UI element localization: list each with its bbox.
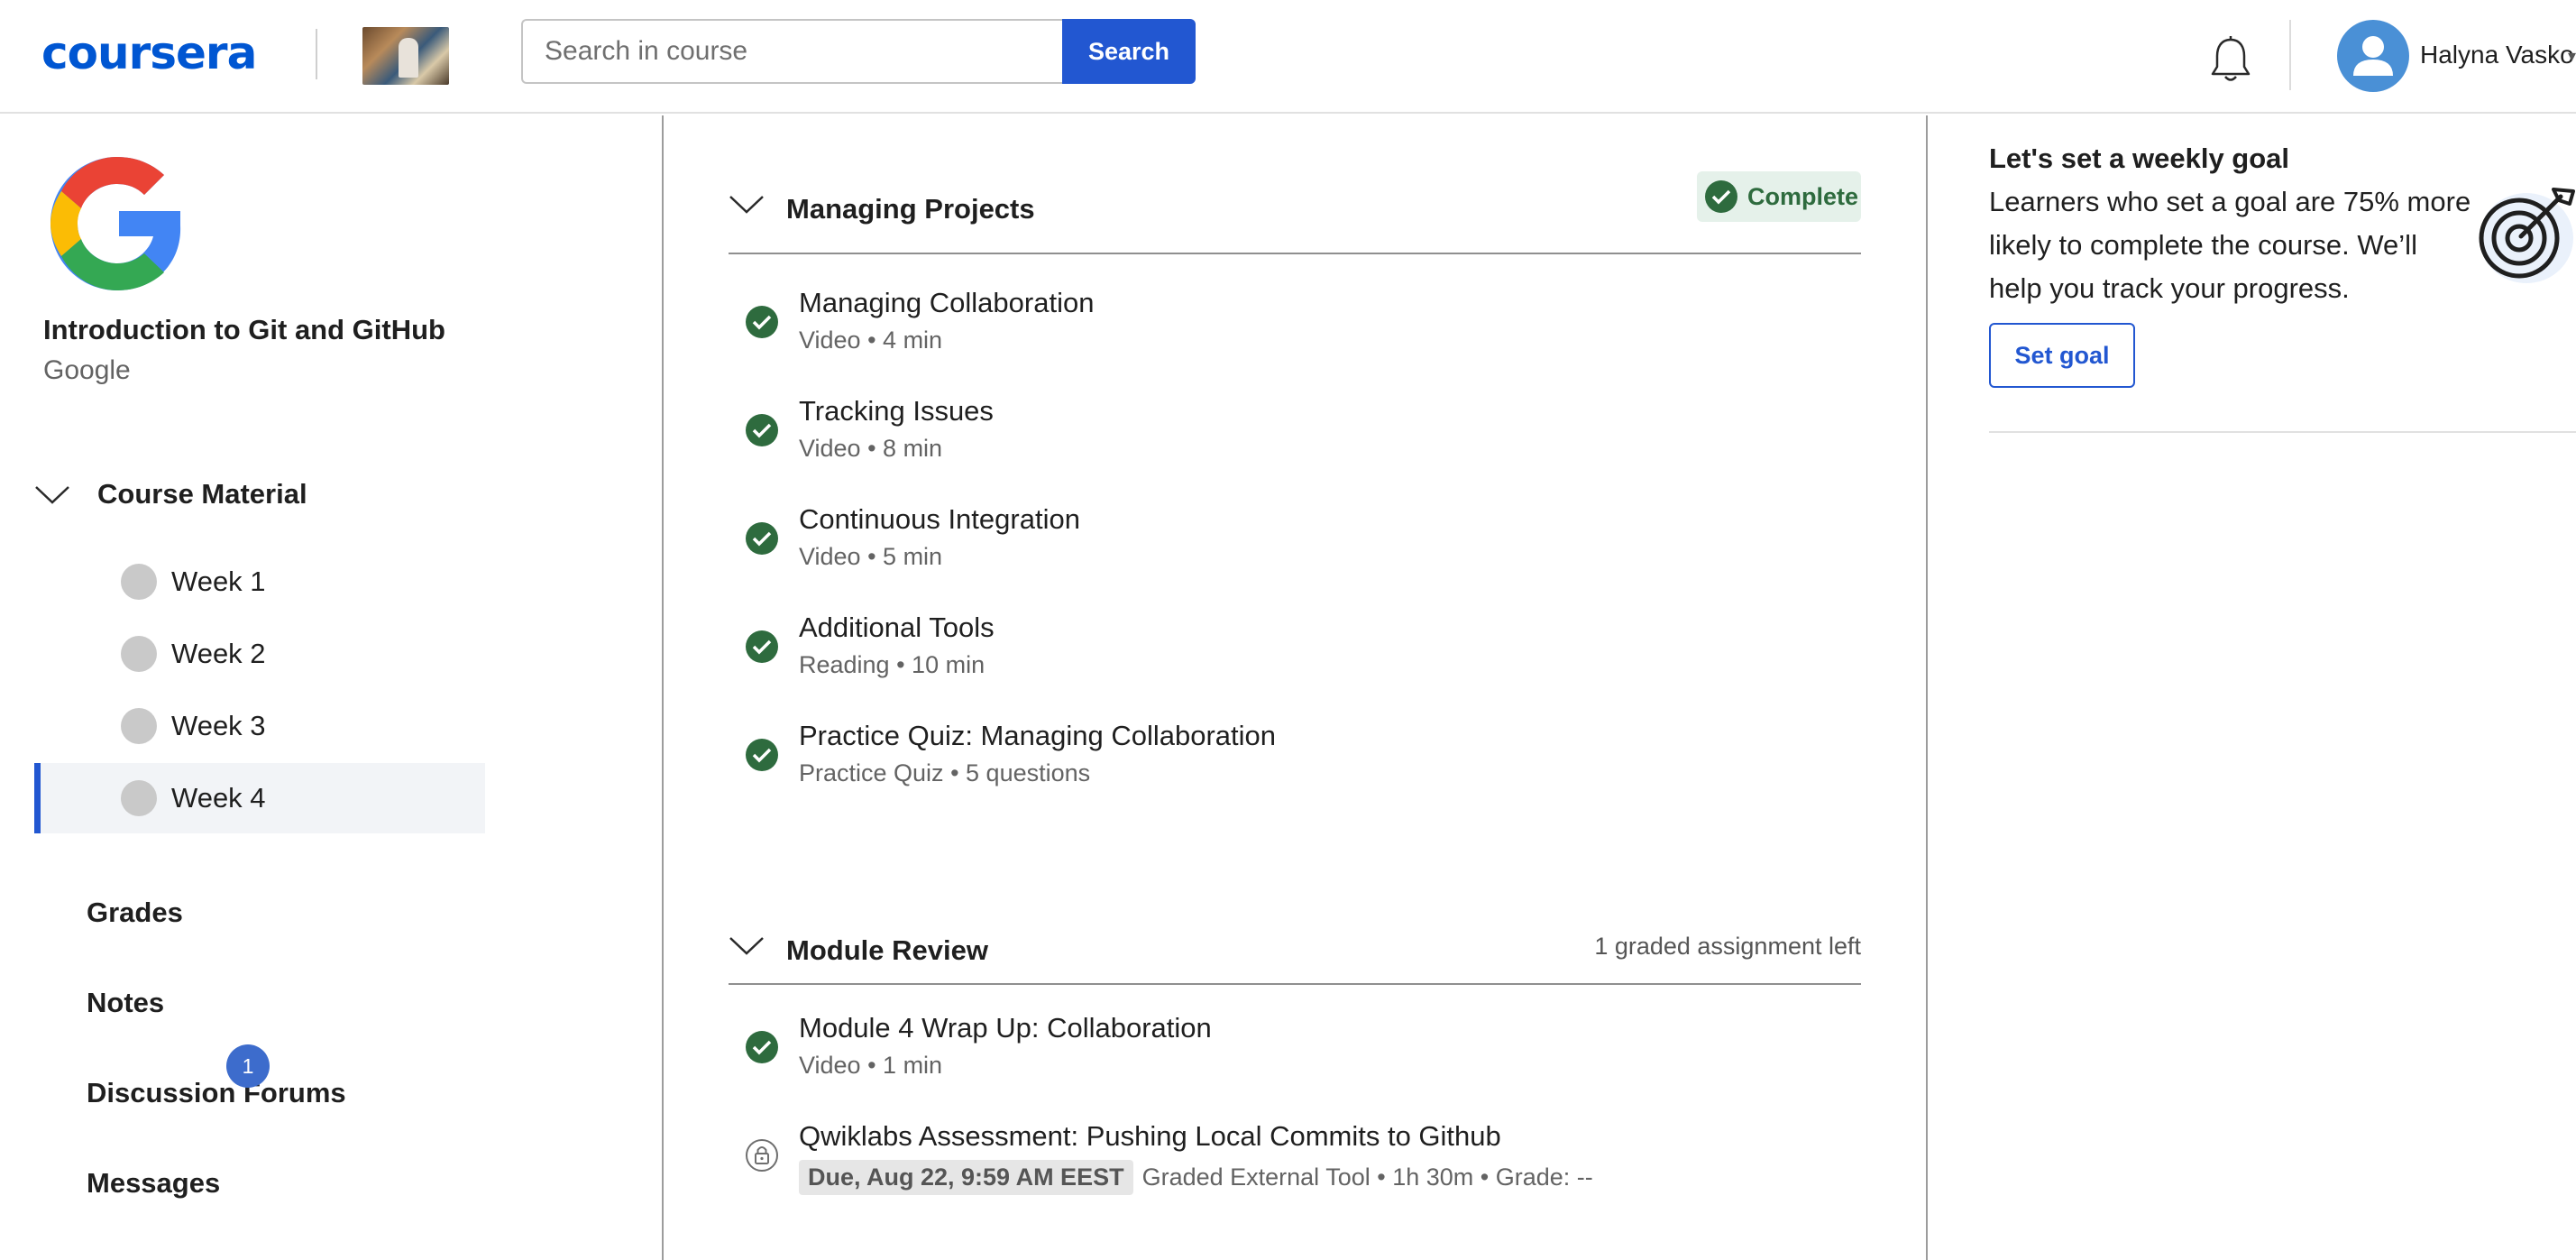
check-circle-icon (746, 630, 778, 663)
google-g-logo (50, 157, 181, 290)
chevron-down-icon[interactable] (729, 934, 765, 956)
check-circle-icon (746, 739, 778, 771)
sidebar-item-notes[interactable]: Notes (87, 987, 164, 1019)
panel-divider (1989, 431, 2576, 433)
item-title: Additional Tools (799, 612, 995, 643)
progress-dot-icon (121, 564, 157, 600)
check-circle-icon (1705, 180, 1737, 213)
week-label: Week 4 (171, 782, 266, 814)
list-item[interactable]: Tracking Issues Video • 8 min (799, 395, 1791, 463)
sidebar-item-week-3[interactable]: Week 3 (34, 691, 485, 761)
course-title[interactable]: Introduction to Git and GitHub (43, 314, 445, 346)
course-partner: Google (43, 355, 131, 385)
goal-description: Learners who set a goal are 75% more lik… (1989, 186, 2471, 304)
graded-assignments-left: 1 graded assignment left (1594, 933, 1861, 960)
search-input[interactable] (521, 19, 1064, 84)
lock-icon (746, 1139, 778, 1172)
week-label: Week 1 (171, 566, 266, 597)
chevron-down-icon[interactable] (729, 193, 765, 215)
target-icon (2479, 188, 2575, 283)
header-divider (2289, 20, 2291, 90)
week-label: Week 3 (171, 710, 266, 741)
sidebar-item-discussion-forums[interactable]: Discussion Forums (87, 1077, 346, 1109)
module-content: Managing Projects Complete Managing Coll… (665, 115, 1928, 1260)
list-item[interactable]: Practice Quiz: Managing Collaboration Pr… (799, 720, 1791, 787)
item-title: Tracking Issues (799, 395, 994, 427)
bell-icon[interactable] (2207, 34, 2254, 85)
goal-title: Let's set a weekly goal (1989, 143, 2290, 174)
sidebar-item-grades[interactable]: Grades (87, 897, 183, 929)
item-meta: Video • 1 min (799, 1052, 943, 1079)
week-label: Week 2 (171, 638, 266, 669)
section-header-module-review: Module Review 1 graded assignment left (729, 913, 1861, 985)
user-menu-caret-icon[interactable]: ▾ (2568, 47, 2576, 66)
check-circle-icon (746, 522, 778, 555)
item-meta: Due, Aug 22, 9:59 AM EEST Graded Externa… (799, 1160, 1791, 1195)
check-circle-icon (746, 414, 778, 446)
top-header: coursera Search Halyna Vasko ▾ (0, 0, 2576, 114)
set-goal-button[interactable]: Set goal (1989, 323, 2135, 388)
partner-thumbnail[interactable] (362, 27, 449, 85)
avatar-icon[interactable] (2337, 20, 2409, 92)
item-meta: Video • 5 min (799, 543, 943, 570)
course-material-label: Course Material (97, 478, 307, 510)
chevron-down-icon (35, 486, 69, 504)
section-title[interactable]: Managing Projects (786, 193, 1035, 225)
item-meta: Practice Quiz • 5 questions (799, 759, 1091, 786)
item-title: Qwiklabs Assessment: Pushing Local Commi… (799, 1120, 1501, 1152)
progress-dot-icon (121, 708, 157, 744)
complete-badge: Complete (1697, 171, 1861, 222)
item-title: Practice Quiz: Managing Collaboration (799, 720, 1276, 751)
section-title[interactable]: Module Review (786, 934, 988, 967)
check-circle-icon (746, 306, 778, 338)
list-item[interactable]: Managing Collaboration Video • 4 min (799, 287, 1791, 354)
search-button[interactable]: Search (1062, 19, 1196, 84)
logo-divider (316, 29, 317, 79)
sidebar-item-week-2[interactable]: Week 2 (34, 619, 485, 689)
check-circle-icon (746, 1031, 778, 1063)
item-title: Continuous Integration (799, 503, 1080, 535)
item-meta: Reading • 10 min (799, 651, 985, 678)
progress-dot-icon (121, 780, 157, 816)
weekly-goal-panel: Let's set a weekly goal Learners who set… (1930, 115, 2576, 1260)
course-sidebar: Introduction to Git and GitHub Google Co… (0, 115, 664, 1260)
sidebar-item-week-4[interactable]: Week 4 (34, 763, 485, 833)
sidebar-item-week-1[interactable]: Week 1 (34, 547, 485, 617)
complete-label: Complete (1747, 182, 1859, 210)
messages-count-badge: 1 (226, 1044, 270, 1088)
list-item[interactable]: Continuous Integration Video • 5 min (799, 503, 1791, 571)
item-meta: Video • 4 min (799, 326, 943, 354)
due-date-chip: Due, Aug 22, 9:59 AM EEST (799, 1160, 1133, 1195)
item-meta: Video • 8 min (799, 435, 943, 462)
item-title: Managing Collaboration (799, 287, 1095, 318)
list-item-locked[interactable]: Qwiklabs Assessment: Pushing Local Commi… (799, 1120, 1791, 1195)
list-item[interactable]: Additional Tools Reading • 10 min (799, 612, 1791, 679)
sidebar-item-messages[interactable]: Messages (87, 1167, 220, 1200)
progress-dot-icon (121, 636, 157, 672)
course-material-toggle[interactable]: Course Material (34, 474, 307, 514)
list-item[interactable]: Module 4 Wrap Up: Collaboration Video • … (799, 1012, 1791, 1080)
user-name[interactable]: Halyna Vasko (2420, 41, 2574, 69)
item-title: Module 4 Wrap Up: Collaboration (799, 1012, 1212, 1044)
coursera-logo[interactable]: coursera (41, 27, 257, 79)
section-header-managing-projects: Managing Projects Complete (729, 171, 1861, 254)
